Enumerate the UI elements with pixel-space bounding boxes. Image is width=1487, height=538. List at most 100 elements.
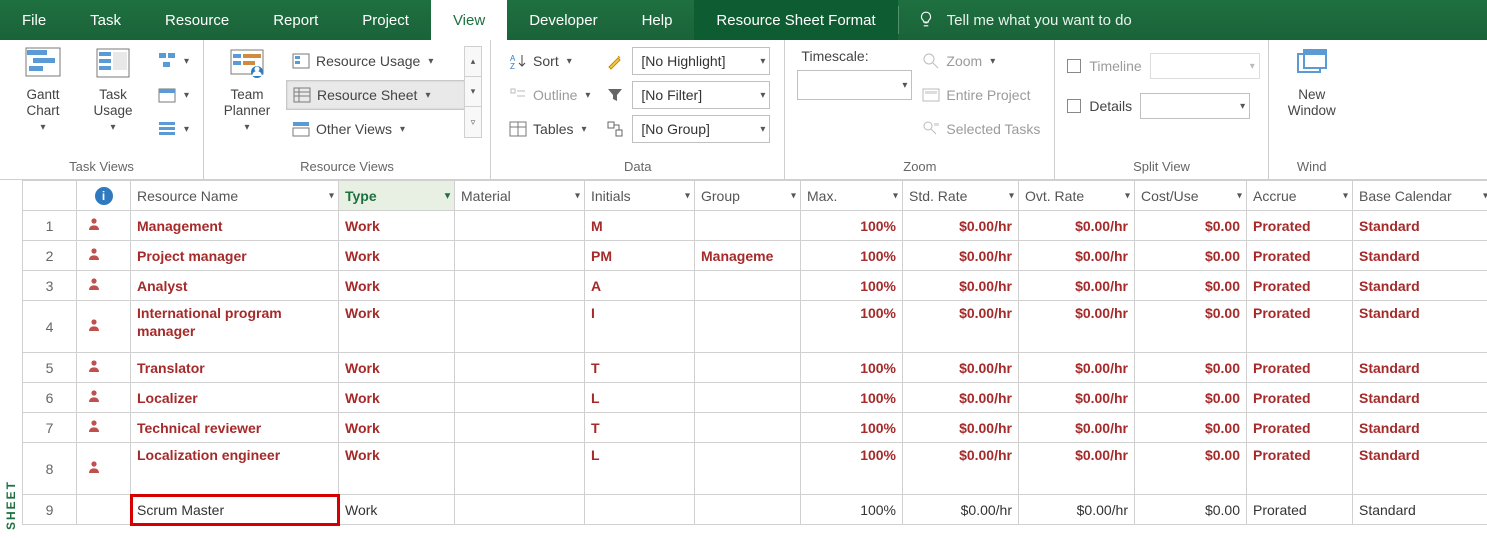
cell-max[interactable]: 100%: [801, 211, 903, 241]
cell-max[interactable]: 100%: [801, 383, 903, 413]
cell-initials[interactable]: PM: [585, 241, 695, 271]
cell-name[interactable]: International program manager: [131, 301, 339, 353]
cell-base-calendar[interactable]: Standard: [1353, 211, 1487, 241]
cell-ovt-rate[interactable]: $0.00/hr: [1019, 413, 1135, 443]
indicator-cell[interactable]: [77, 353, 131, 383]
cell-std-rate[interactable]: $0.00/hr: [903, 301, 1019, 353]
cell-name[interactable]: Scrum Master: [131, 495, 339, 525]
cell-initials[interactable]: L: [585, 383, 695, 413]
task-usage-button[interactable]: Task Usage: [78, 42, 148, 134]
cell-accrue[interactable]: Prorated: [1247, 211, 1353, 241]
cell-name[interactable]: Localizer: [131, 383, 339, 413]
cell-cost-use[interactable]: $0.00: [1135, 211, 1247, 241]
cell-initials[interactable]: M: [585, 211, 695, 241]
cell-name[interactable]: Analyst: [131, 271, 339, 301]
cell-ovt-rate[interactable]: $0.00/hr: [1019, 383, 1135, 413]
row-number[interactable]: 6: [23, 383, 77, 413]
task-view-gallery-3[interactable]: ▾: [152, 114, 195, 144]
cell-base-calendar[interactable]: Standard: [1353, 301, 1487, 353]
new-window-button[interactable]: New Window: [1277, 42, 1347, 120]
cell-cost-use[interactable]: $0.00: [1135, 495, 1247, 525]
cell-max[interactable]: 100%: [801, 301, 903, 353]
table-row[interactable]: 3AnalystWorkA100%$0.00/hr$0.00/hr$0.00Pr…: [23, 271, 1487, 301]
cell-material[interactable]: [455, 211, 585, 241]
cell-initials[interactable]: A: [585, 271, 695, 301]
cell-type[interactable]: Work: [339, 383, 455, 413]
cell-base-calendar[interactable]: Standard: [1353, 353, 1487, 383]
cell-type[interactable]: Work: [339, 495, 455, 525]
cell-ovt-rate[interactable]: $0.00/hr: [1019, 443, 1135, 495]
cell-cost-use[interactable]: $0.00: [1135, 353, 1247, 383]
other-views-button[interactable]: Other Views▾: [286, 114, 466, 144]
col-initials[interactable]: Initials▾: [585, 181, 695, 211]
cell-type[interactable]: Work: [339, 443, 455, 495]
resource-sheet-gallery-arrows[interactable]: ▴▾▿: [464, 46, 482, 138]
menu-developer[interactable]: Developer: [507, 0, 619, 40]
cell-ovt-rate[interactable]: $0.00/hr: [1019, 495, 1135, 525]
cell-name[interactable]: Project manager: [131, 241, 339, 271]
cell-cost-use[interactable]: $0.00: [1135, 383, 1247, 413]
col-type[interactable]: Type▾: [339, 181, 455, 211]
indicator-cell[interactable]: [77, 413, 131, 443]
cell-std-rate[interactable]: $0.00/hr: [903, 495, 1019, 525]
cell-material[interactable]: [455, 241, 585, 271]
row-number[interactable]: 8: [23, 443, 77, 495]
table-row[interactable]: 2Project managerWorkPMManageme100%$0.00/…: [23, 241, 1487, 271]
details-checkbox[interactable]: Details ▾: [1067, 92, 1259, 120]
timescale-dropdown[interactable]: ▾: [797, 70, 912, 100]
cell-initials[interactable]: T: [585, 413, 695, 443]
menu-project[interactable]: Project: [340, 0, 431, 40]
table-row[interactable]: 4International program managerWorkI100%$…: [23, 301, 1487, 353]
table-row[interactable]: 1ManagementWorkM100%$0.00/hr$0.00/hr$0.0…: [23, 211, 1487, 241]
resource-table[interactable]: i Resource Name▾ Type▾ Material▾ Initial…: [22, 180, 1487, 525]
cell-max[interactable]: 100%: [801, 241, 903, 271]
col-accrue[interactable]: Accrue▾: [1247, 181, 1353, 211]
filter-dropdown[interactable]: [No Filter]▾: [600, 80, 776, 110]
indicator-cell[interactable]: [77, 383, 131, 413]
table-row[interactable]: 8Localization engineerWorkL100%$0.00/hr$…: [23, 443, 1487, 495]
col-max[interactable]: Max.▾: [801, 181, 903, 211]
row-number[interactable]: 2: [23, 241, 77, 271]
cell-material[interactable]: [455, 353, 585, 383]
col-group[interactable]: Group▾: [695, 181, 801, 211]
cell-name[interactable]: Translator: [131, 353, 339, 383]
sort-button[interactable]: AZ Sort▾: [503, 46, 596, 76]
cell-base-calendar[interactable]: Standard: [1353, 271, 1487, 301]
cell-material[interactable]: [455, 301, 585, 353]
cell-group[interactable]: [695, 353, 801, 383]
cell-name[interactable]: Management: [131, 211, 339, 241]
cell-std-rate[interactable]: $0.00/hr: [903, 241, 1019, 271]
cell-initials[interactable]: [585, 495, 695, 525]
cell-accrue[interactable]: Prorated: [1247, 301, 1353, 353]
menu-resource[interactable]: Resource: [143, 0, 251, 40]
indicator-cell[interactable]: [77, 301, 131, 353]
menu-report[interactable]: Report: [251, 0, 340, 40]
cell-accrue[interactable]: Prorated: [1247, 413, 1353, 443]
cell-material[interactable]: [455, 271, 585, 301]
cell-base-calendar[interactable]: Standard: [1353, 413, 1487, 443]
row-number[interactable]: 7: [23, 413, 77, 443]
highlight-filter[interactable]: [No Highlight]▾: [600, 46, 776, 76]
cell-material[interactable]: [455, 383, 585, 413]
cell-name[interactable]: Technical reviewer: [131, 413, 339, 443]
resource-sheet-button[interactable]: Resource Sheet▾: [286, 80, 466, 110]
cell-accrue[interactable]: Prorated: [1247, 241, 1353, 271]
cell-cost-use[interactable]: $0.00: [1135, 443, 1247, 495]
menu-file[interactable]: File: [0, 0, 68, 40]
tell-me-search[interactable]: Tell me what you want to do: [899, 0, 1487, 40]
cell-ovt-rate[interactable]: $0.00/hr: [1019, 211, 1135, 241]
cell-group[interactable]: [695, 443, 801, 495]
team-planner-button[interactable]: Team Planner: [212, 42, 282, 134]
row-number[interactable]: 1: [23, 211, 77, 241]
cell-max[interactable]: 100%: [801, 413, 903, 443]
group-dropdown[interactable]: [No Group]▾: [600, 114, 776, 144]
cell-group[interactable]: [695, 495, 801, 525]
cell-base-calendar[interactable]: Standard: [1353, 241, 1487, 271]
cell-accrue[interactable]: Prorated: [1247, 443, 1353, 495]
cell-std-rate[interactable]: $0.00/hr: [903, 443, 1019, 495]
menu-task[interactable]: Task: [68, 0, 143, 40]
cell-std-rate[interactable]: $0.00/hr: [903, 271, 1019, 301]
select-all-corner[interactable]: [23, 181, 77, 211]
cell-initials[interactable]: T: [585, 353, 695, 383]
cell-material[interactable]: [455, 443, 585, 495]
